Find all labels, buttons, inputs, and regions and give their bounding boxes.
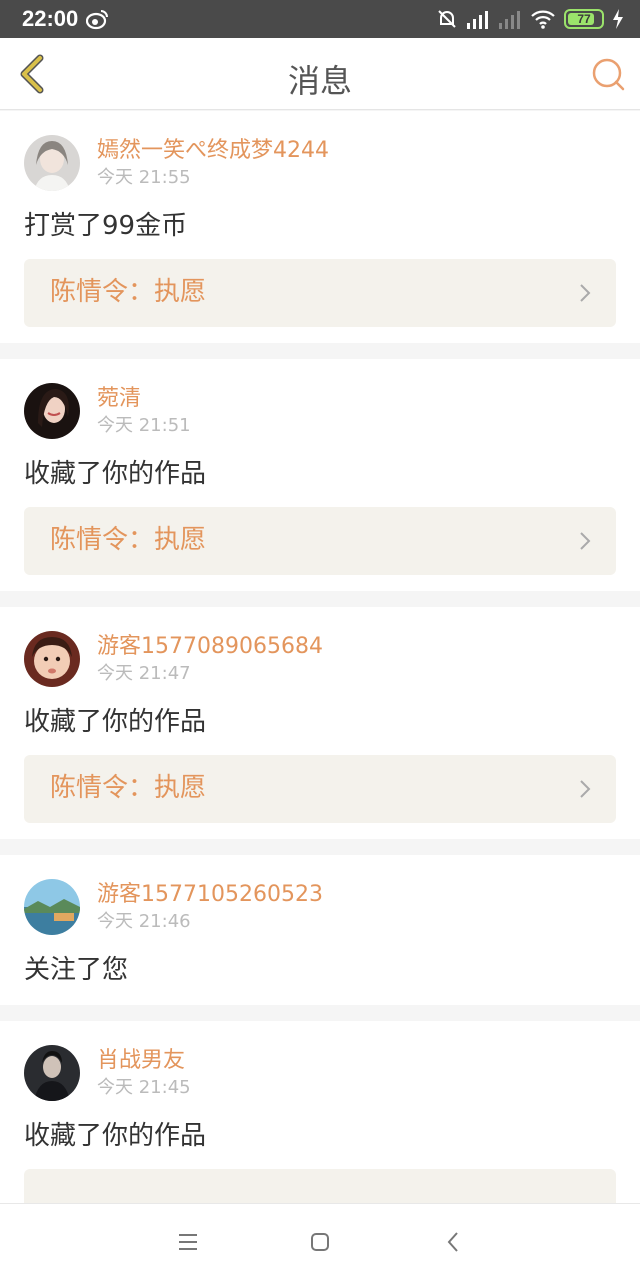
system-nav-bar — [0, 1203, 640, 1280]
work-title: 陈情令：执愿 — [50, 277, 207, 307]
menu-icon[interactable] — [176, 1230, 200, 1254]
avatar[interactable] — [24, 1045, 80, 1101]
message-list: 嫣然一笑ぺ终成梦4244 今天 21:55 打赏了99金币 陈情令：执愿 菀清 … — [0, 111, 640, 1203]
mute-bell-icon — [438, 10, 456, 28]
chevron-right-icon — [580, 284, 591, 302]
user-name[interactable]: 肖战男友 — [97, 1047, 616, 1075]
message-card[interactable]: 嫣然一笑ぺ终成梦4244 今天 21:55 打赏了99金币 陈情令：执愿 — [0, 111, 640, 343]
message-time: 今天 21:51 — [97, 415, 191, 436]
message-card[interactable]: 游客1577105260523 今天 21:46 关注了您 — [0, 855, 640, 1005]
message-action: 收藏了你的作品 — [24, 1121, 207, 1151]
message-action: 打赏了99金币 — [24, 211, 188, 241]
user-name[interactable]: 游客1577105260523 — [97, 881, 616, 909]
user-name[interactable]: 菀清 — [97, 385, 616, 413]
search-icon[interactable] — [590, 56, 626, 92]
message-card[interactable]: 菀清 今天 21:51 收藏了你的作品 陈情令：执愿 — [0, 359, 640, 591]
wifi-icon — [531, 10, 555, 29]
weibo-icon — [86, 10, 108, 30]
work-link[interactable]: 陈情令：执愿 — [24, 259, 616, 327]
nav-bar: 消息 — [0, 38, 640, 110]
message-card[interactable]: 游客1577089065684 今天 21:47 收藏了你的作品 陈情令：执愿 — [0, 607, 640, 839]
message-action: 关注了您 — [24, 955, 129, 985]
work-link[interactable] — [24, 1169, 616, 1203]
battery-icon: 77 — [564, 9, 604, 29]
signal-icon — [467, 11, 488, 29]
work-link[interactable]: 陈情令：执愿 — [24, 755, 616, 823]
chevron-right-icon — [580, 780, 591, 798]
home-icon[interactable] — [308, 1230, 332, 1254]
signal-icon — [499, 11, 520, 29]
charging-icon — [613, 9, 623, 29]
work-link[interactable]: 陈情令：执愿 — [24, 507, 616, 575]
message-card[interactable]: 肖战男友 今天 21:45 收藏了你的作品 — [0, 1021, 640, 1203]
work-title: 陈情令：执愿 — [50, 525, 207, 555]
back-icon[interactable] — [442, 1230, 466, 1254]
message-action: 收藏了你的作品 — [24, 707, 207, 737]
avatar[interactable] — [24, 631, 80, 687]
battery-level: 77 — [577, 12, 591, 26]
chevron-right-icon — [580, 532, 591, 550]
message-time: 今天 21:55 — [97, 167, 191, 188]
message-action: 收藏了你的作品 — [24, 459, 207, 489]
user-name[interactable]: 嫣然一笑ぺ终成梦4244 — [97, 137, 616, 165]
avatar[interactable] — [24, 383, 80, 439]
avatar[interactable] — [24, 879, 80, 935]
message-time: 今天 21:46 — [97, 911, 191, 932]
work-title: 陈情令：执愿 — [50, 773, 207, 803]
status-time: 22:00 — [22, 6, 79, 31]
message-time: 今天 21:45 — [97, 1077, 191, 1098]
page-title: 消息 — [287, 62, 352, 100]
message-time: 今天 21:47 — [97, 663, 191, 684]
avatar[interactable] — [24, 135, 80, 191]
user-name[interactable]: 游客1577089065684 — [97, 633, 616, 661]
status-bar: 22:00 77 — [0, 0, 640, 38]
